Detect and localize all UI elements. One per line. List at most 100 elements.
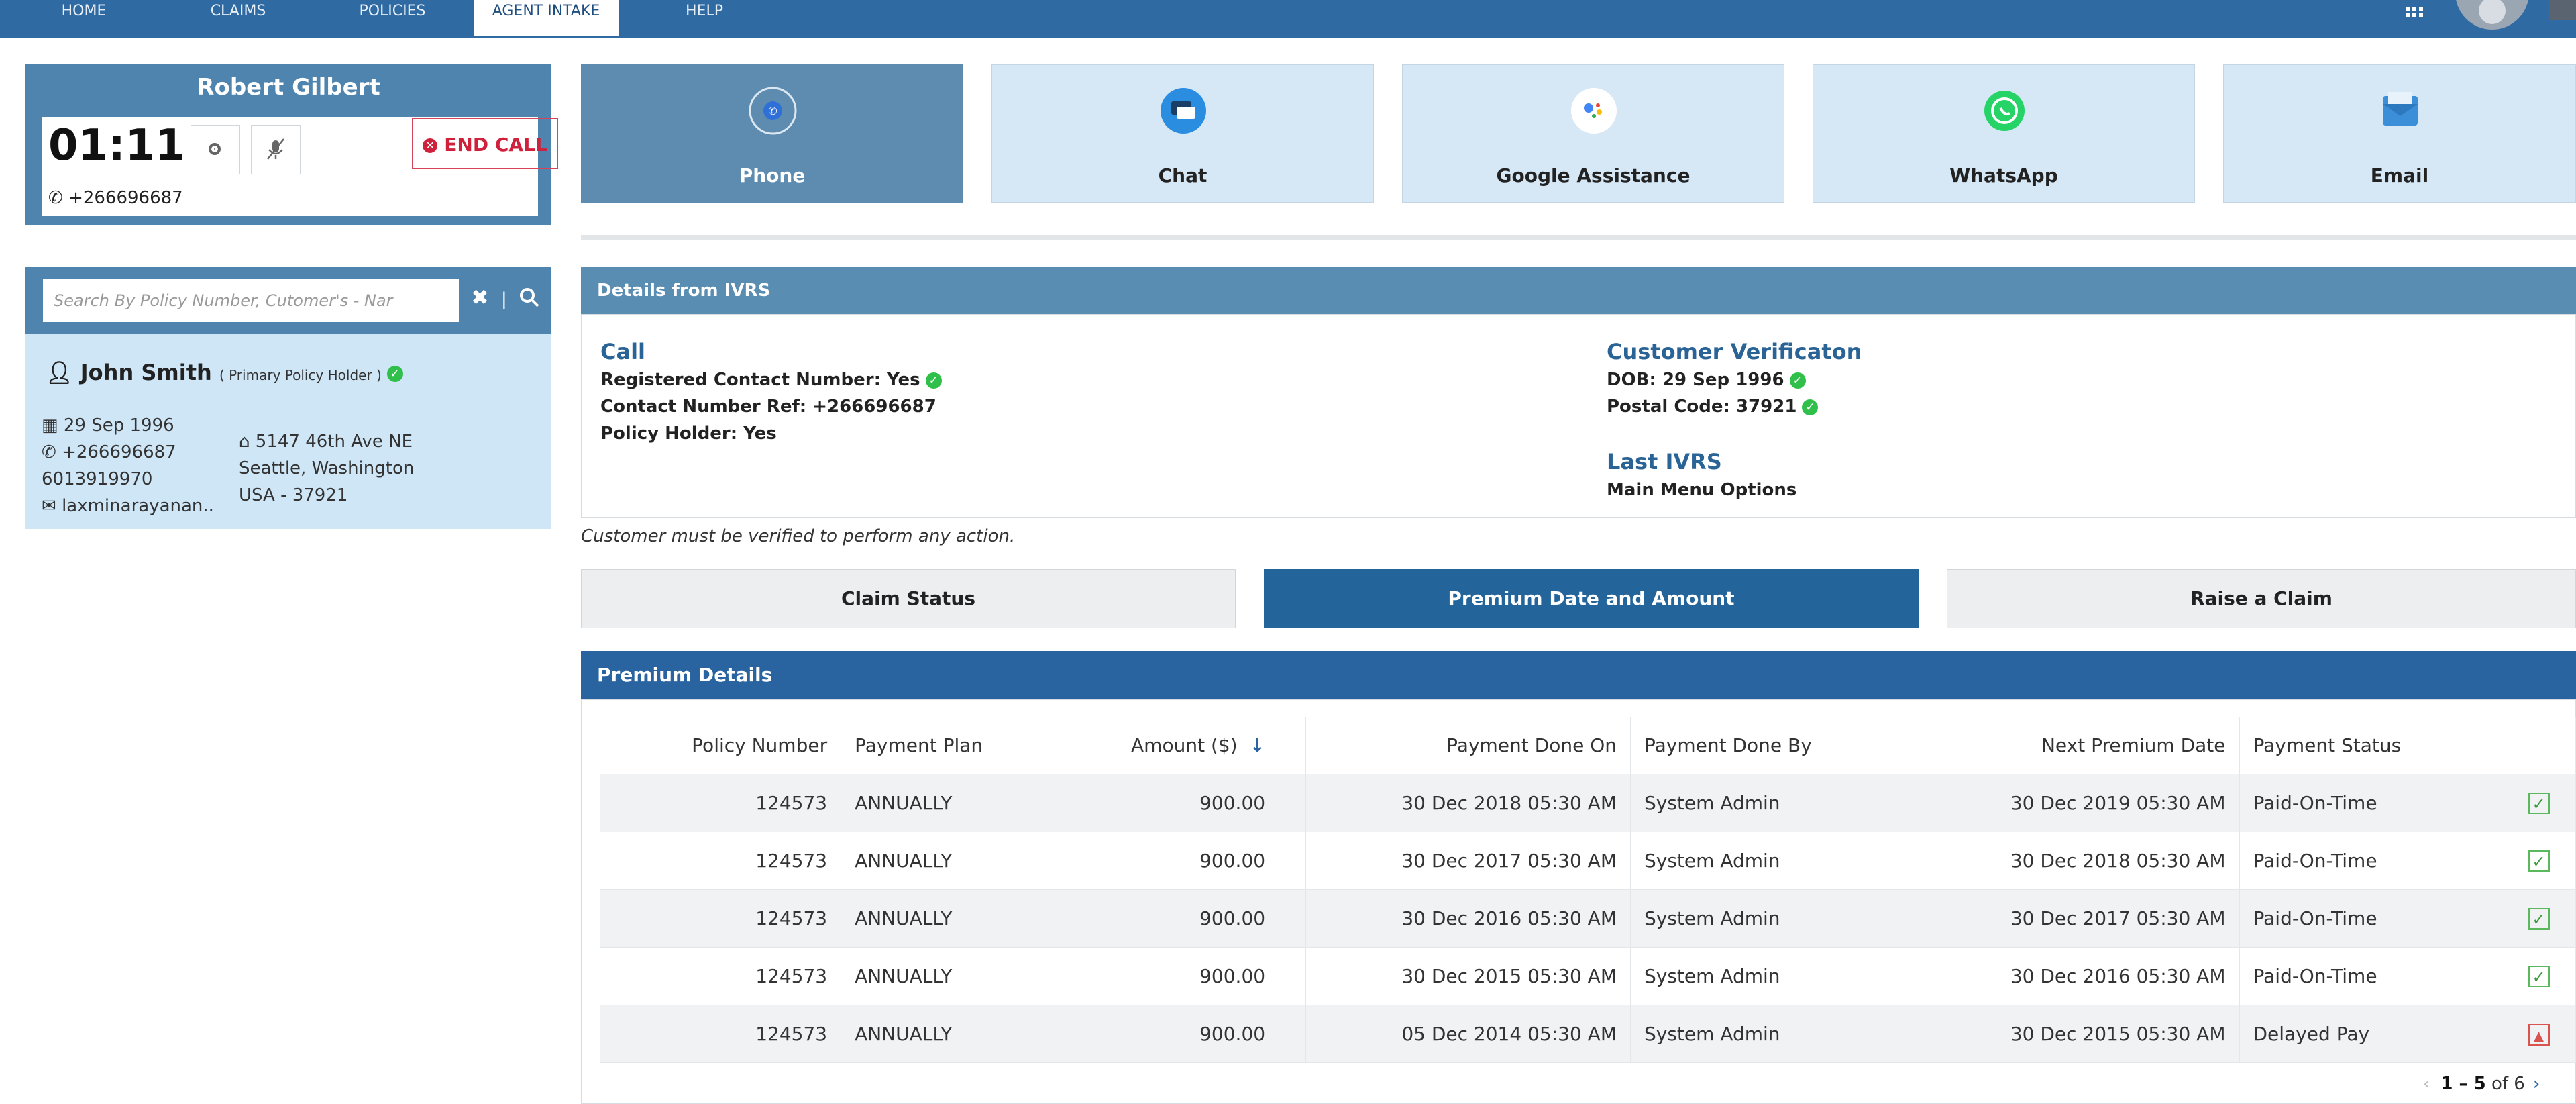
- user-avatar[interactable]: [2455, 0, 2529, 30]
- warning-icon: ▲: [2528, 1023, 2550, 1046]
- table-row[interactable]: 124573 ANNUALLY 900.00 05 Dec 2014 05:30…: [600, 1005, 2576, 1063]
- col-payment-done-on[interactable]: Payment Done On: [1305, 717, 1631, 774]
- separator: |: [500, 289, 507, 309]
- cell-amount: 900.00: [1073, 947, 1307, 1005]
- cell-status-icon: ▲: [2502, 1005, 2576, 1063]
- pager-total: of 6: [2491, 1074, 2525, 1094]
- calendar-icon: ▦: [42, 415, 64, 436]
- customer-email-row: ✉ laxminarayanan..: [42, 493, 214, 519]
- col-payment-done-by[interactable]: Payment Done By: [1630, 717, 1926, 774]
- search-icon[interactable]: [519, 287, 539, 307]
- table-row[interactable]: 124573 ANNUALLY 900.00 30 Dec 2016 05:30…: [600, 889, 2576, 948]
- ivrs-registered-contact: Registered Contact Number: Yes ✓: [600, 370, 942, 390]
- call-phone-value: +266696687: [68, 188, 183, 208]
- nav-home[interactable]: HOME: [54, 0, 114, 38]
- address-line-1: 5147 46th Ave NE: [255, 432, 413, 452]
- channel-google-assistance[interactable]: Google Assistance: [1402, 64, 1784, 203]
- cell-payment-done-on: 30 Dec 2017 05:30 AM: [1305, 832, 1631, 890]
- ivrs-contact-ref: Contact Number Ref: +266696687: [600, 397, 936, 417]
- table-header-row: Policy Number Payment Plan Amount ($) ↓ P…: [600, 717, 2576, 774]
- ivrs-dob-text: DOB: 29 Sep 1996: [1607, 370, 1784, 390]
- ivrs-header-title: Details from IVRS: [597, 281, 771, 301]
- cell-payment-plan: ANNUALLY: [841, 947, 1074, 1005]
- cell-payment-plan: ANNUALLY: [841, 832, 1074, 890]
- table-row[interactable]: 124573 ANNUALLY 900.00 30 Dec 2017 05:30…: [600, 832, 2576, 890]
- cell-payment-done-on: 05 Dec 2014 05:30 AM: [1305, 1005, 1631, 1063]
- channel-whatsapp[interactable]: WhatsApp: [1813, 64, 2195, 203]
- raise-claim-button[interactable]: Raise a Claim: [1947, 569, 2576, 628]
- check-icon: ✓: [1789, 372, 1806, 389]
- cell-next-premium-date: 30 Dec 2015 05:30 AM: [1925, 1005, 2240, 1063]
- caller-name: Robert Gilbert: [197, 74, 380, 101]
- nav-corner-icon[interactable]: [2549, 0, 2576, 20]
- customer-email[interactable]: laxminarayanan..: [62, 496, 214, 516]
- phone-icon: ✆: [749, 87, 797, 135]
- col-amount[interactable]: Amount ($) ↓: [1073, 717, 1307, 774]
- cell-payment-status: Paid-On-Time: [2239, 947, 2503, 1005]
- channel-email[interactable]: Email: [2223, 64, 2576, 203]
- customer-panel: ✖ | 👤︎ John Smith ( Primary Policy Holde…: [25, 267, 551, 529]
- ivrs-header[interactable]: Details from IVRS: [581, 267, 2576, 314]
- nav-claims[interactable]: CLAIMS: [201, 0, 275, 38]
- nav-agent-intake[interactable]: AGENT INTAKE: [474, 0, 619, 36]
- cell-payment-done-by: System Admin: [1630, 947, 1926, 1005]
- cell-payment-status: Paid-On-Time: [2239, 774, 2503, 832]
- col-next-premium-date[interactable]: Next Premium Date: [1925, 717, 2240, 774]
- close-circle-icon: ✕: [423, 138, 438, 153]
- check-icon: ✓: [1802, 399, 1819, 415]
- nav-help[interactable]: HELP: [678, 0, 731, 38]
- hold-button[interactable]: [191, 125, 240, 174]
- channel-label: Chat: [1158, 164, 1208, 187]
- cell-policy-number: 124573: [600, 832, 842, 890]
- col-policy-number[interactable]: Policy Number: [600, 717, 842, 774]
- cell-status-icon: ✓: [2502, 832, 2576, 890]
- ivrs-verification-title: Customer Verificaton: [1607, 339, 1862, 364]
- customer-contact: ▦ 29 Sep 1996 ✆ +266696687 6013919970 ✉ …: [42, 412, 214, 519]
- customer-role: ( Primary Policy Holder ): [219, 367, 382, 383]
- mic-off-icon: [267, 138, 284, 160]
- mute-button[interactable]: [251, 125, 301, 174]
- cell-status-icon: ✓: [2502, 889, 2576, 948]
- table-row[interactable]: 124573 ANNUALLY 900.00 30 Dec 2018 05:30…: [600, 774, 2576, 832]
- cell-payment-status: Paid-On-Time: [2239, 889, 2503, 948]
- customer-dob-row: ▦ 29 Sep 1996: [42, 412, 214, 439]
- claim-status-button[interactable]: Claim Status: [581, 569, 1236, 628]
- end-call-button[interactable]: ✕ END CALL: [412, 118, 558, 169]
- top-nav: HOME CLAIMS POLICIES AGENT INTAKE HELP: [0, 0, 2576, 38]
- whatsapp-icon: [1984, 91, 2025, 131]
- ivrs-postal-text: Postal Code: 37921: [1607, 397, 1797, 417]
- envelope-icon: ✉: [42, 496, 62, 516]
- clear-icon[interactable]: ✖: [471, 285, 489, 310]
- cell-payment-done-on: 30 Dec 2018 05:30 AM: [1305, 774, 1631, 832]
- cell-amount: 900.00: [1073, 1005, 1307, 1063]
- end-call-label: END CALL: [444, 134, 547, 156]
- customer-name[interactable]: John Smith: [80, 360, 212, 385]
- col-payment-status[interactable]: Payment Status: [2239, 717, 2503, 774]
- search-bar: ✖ |: [25, 267, 551, 334]
- check-box-icon: ✓: [2528, 966, 2550, 987]
- next-page-icon[interactable]: ›: [2533, 1074, 2540, 1094]
- channel-phone[interactable]: ✆ Phone: [581, 64, 963, 203]
- address-line-3: USA - 37921: [239, 485, 348, 505]
- customer-dob: 29 Sep 1996: [63, 415, 174, 436]
- cell-status-icon: ✓: [2502, 947, 2576, 1005]
- search-input[interactable]: [43, 279, 459, 322]
- cell-amount: 900.00: [1073, 832, 1307, 890]
- address-line-2: Seattle, Washington: [239, 458, 415, 479]
- call-timer: 01:11: [48, 121, 185, 170]
- ivrs-dob: DOB: 29 Sep 1996 ✓: [1607, 370, 1806, 390]
- check-icon: ✓: [925, 372, 942, 389]
- premium-header[interactable]: Premium Details: [581, 651, 2576, 699]
- ivrs-last-title: Last IVRS: [1607, 449, 1722, 474]
- apps-grid-icon[interactable]: [2404, 3, 2424, 23]
- cell-payment-status: Delayed Pay: [2239, 1005, 2503, 1063]
- col-payment-plan[interactable]: Payment Plan: [841, 717, 1074, 774]
- customer-address: ⌂ 5147 46th Ave NE Seattle, Washington U…: [239, 428, 414, 509]
- premium-date-amount-button[interactable]: Premium Date and Amount: [1264, 569, 1919, 628]
- nav-policies[interactable]: POLICIES: [349, 0, 436, 38]
- address-line-1-row: ⌂ 5147 46th Ave NE: [239, 428, 414, 455]
- user-icon: 👤︎: [46, 360, 73, 385]
- channel-chat[interactable]: Chat: [991, 64, 1374, 203]
- prev-page-icon[interactable]: ‹: [2423, 1074, 2430, 1094]
- table-row[interactable]: 124573 ANNUALLY 900.00 30 Dec 2015 05:30…: [600, 947, 2576, 1005]
